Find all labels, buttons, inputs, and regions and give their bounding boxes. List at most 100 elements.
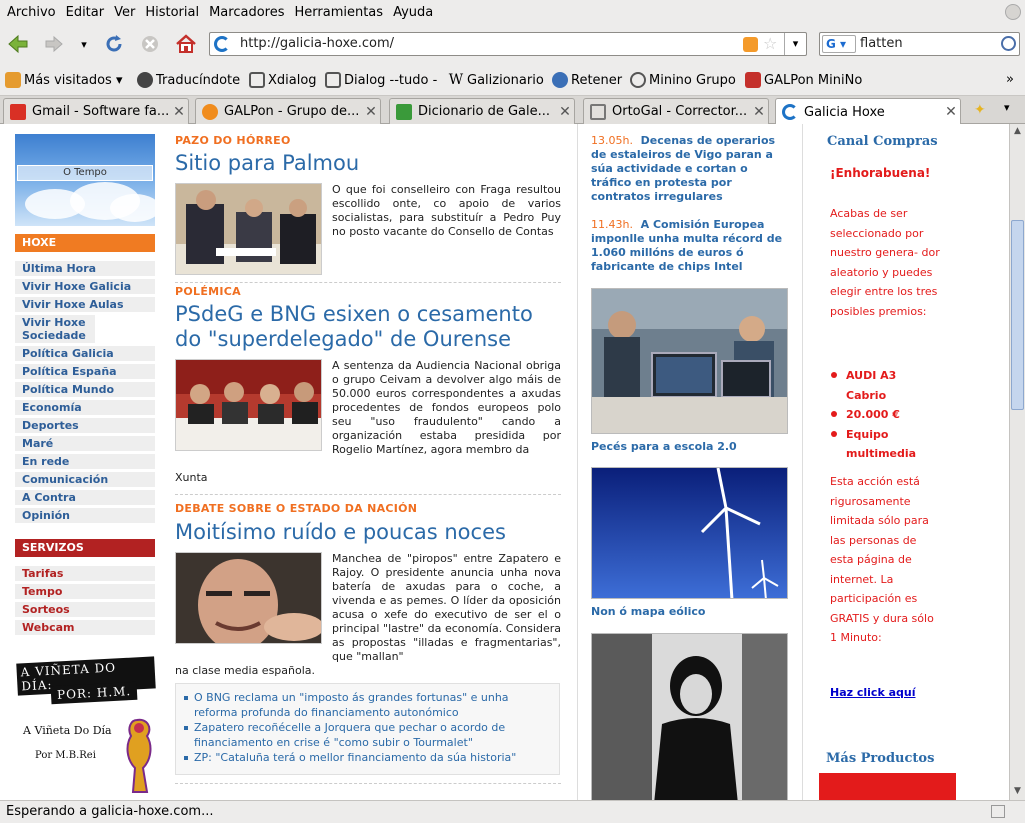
back-button[interactable] bbox=[6, 32, 30, 56]
nav-comunicacion[interactable]: Comunicación bbox=[15, 472, 155, 487]
new-tab-icon[interactable]: ✦ bbox=[974, 102, 986, 118]
nav-opinion[interactable]: Opinión bbox=[15, 508, 155, 523]
bookmark-minino-grupo[interactable]: Minino Grupo bbox=[630, 72, 736, 88]
bookmark-retener[interactable]: Retener bbox=[552, 72, 622, 88]
school-photo[interactable] bbox=[591, 288, 788, 434]
nav-vivir-hoxe-galicia[interactable]: Vivir Hoxe Galicia bbox=[15, 279, 155, 294]
nav-deportes[interactable]: Deportes bbox=[15, 418, 155, 433]
tab-list-button[interactable]: ▾ bbox=[1004, 101, 1010, 114]
tab-ortogal[interactable]: OrtoGal - Corrector... ✕ bbox=[583, 98, 769, 124]
close-tab-icon[interactable]: ✕ bbox=[362, 104, 380, 120]
reload-button[interactable] bbox=[102, 32, 126, 56]
history-dropdown-button[interactable]: ▾ bbox=[72, 32, 96, 56]
search-engine-selector[interactable]: G ▾ bbox=[822, 35, 856, 53]
search-box[interactable]: G ▾ flatten bbox=[819, 32, 1020, 56]
nav-politica-galicia[interactable]: Política Galicia bbox=[15, 346, 155, 361]
related-link[interactable]: Zapatero recoñécelle a Jorquera que pech… bbox=[184, 720, 551, 750]
url-dropdown-button[interactable]: ▾ bbox=[784, 33, 806, 55]
product-banner[interactable] bbox=[819, 773, 956, 800]
nav-a-contra[interactable]: A Contra bbox=[15, 490, 155, 505]
bookmark-mas-visitados[interactable]: Más visitados ▾ bbox=[5, 72, 123, 88]
article-photo[interactable] bbox=[175, 359, 322, 451]
article-photo[interactable] bbox=[175, 552, 322, 644]
scroll-down-icon[interactable]: ▼ bbox=[1010, 784, 1025, 798]
scroll-up-icon[interactable]: ▲ bbox=[1010, 124, 1025, 138]
news-brief[interactable]: 11.43h. A Comisión Europea imponlle unha… bbox=[591, 218, 791, 274]
nav-ultima-hora[interactable]: Última Hora bbox=[15, 261, 155, 276]
tab-galpon[interactable]: GALPon - Grupo de... ✕ bbox=[195, 98, 381, 124]
close-tab-icon[interactable]: ✕ bbox=[942, 104, 960, 120]
bookmark-traducindote[interactable]: Traducíndote bbox=[137, 72, 240, 88]
nav-vivir-hoxe-aulas[interactable]: Vivir Hoxe Aulas bbox=[15, 297, 155, 312]
menu-herramientas[interactable]: Herramientas bbox=[290, 5, 389, 20]
nav-webcam[interactable]: Webcam bbox=[15, 620, 155, 635]
vineta-figure-icon bbox=[126, 718, 152, 793]
ad-prize: Equipo multimedia bbox=[830, 425, 970, 464]
window-restore-icon[interactable] bbox=[1005, 4, 1021, 20]
menu-editar[interactable]: Editar bbox=[61, 5, 110, 20]
article-headline[interactable]: Sitio para Palmou bbox=[175, 151, 565, 176]
canal-compras-ad: Canal Compras ¡Enhorabuena! Acabas de se… bbox=[802, 124, 1009, 800]
menu-bar: Archivo Editar Ver Historial Marcadores … bbox=[0, 0, 1025, 24]
bookmarks-overflow-button[interactable]: » bbox=[1006, 72, 1014, 87]
portrait-photo[interactable] bbox=[591, 633, 788, 800]
photo-caption[interactable]: Non ó mapa eólico bbox=[591, 605, 705, 618]
back-arrow-icon bbox=[8, 34, 28, 54]
nav-tarifas[interactable]: Tarifas bbox=[15, 566, 155, 581]
dictionary-icon bbox=[396, 103, 412, 120]
related-link[interactable]: O BNG reclama un "imposto ás grandes for… bbox=[184, 690, 551, 720]
nav-mare[interactable]: Maré bbox=[15, 436, 155, 451]
photo-caption[interactable]: Pecés para a escola 2.0 bbox=[591, 440, 737, 453]
bookmark-galizionario[interactable]: W Galizionario bbox=[448, 72, 544, 88]
stop-icon bbox=[142, 36, 158, 52]
ad-outro: Esta acción está rigurosamente limitada … bbox=[830, 475, 934, 644]
rss-feed-icon[interactable] bbox=[743, 37, 758, 52]
menu-historial[interactable]: Historial bbox=[140, 5, 204, 20]
menu-archivo[interactable]: Archivo bbox=[2, 5, 61, 20]
bookmark-xdialog[interactable]: Xdialog bbox=[249, 72, 317, 88]
bookmark-galpon-minino[interactable]: GALPon MiniNo bbox=[745, 72, 862, 88]
vineta-do-dia-banner[interactable]: A VIÑETA DO DÍA: POR: H.M. A Viñeta Do D… bbox=[15, 654, 156, 794]
related-link[interactable]: ZP: "Cataluña terá o mellor financiament… bbox=[184, 750, 551, 765]
search-icon[interactable] bbox=[1001, 36, 1016, 51]
tab-gmail[interactable]: Gmail - Software fa... ✕ bbox=[3, 98, 189, 124]
bookmark-dialog-tudo[interactable]: Dialog --tudo - bbox=[325, 72, 437, 88]
tempo-widget[interactable]: O Tempo bbox=[15, 134, 160, 226]
nav-politica-espana[interactable]: Política España bbox=[15, 364, 155, 379]
article-headline[interactable]: Moitísimo ruído e poucas noces bbox=[175, 520, 565, 545]
nav-sorteos[interactable]: Sorteos bbox=[15, 602, 155, 617]
menu-ayuda[interactable]: Ayuda bbox=[388, 5, 438, 20]
tab-dicionario[interactable]: Dicionario de Gale... ✕ bbox=[389, 98, 575, 124]
parliament-photo-icon bbox=[176, 184, 321, 274]
vertical-scrollbar[interactable]: ▲ ▼ bbox=[1009, 124, 1025, 800]
ad-click-link[interactable]: Haz click aquí bbox=[830, 686, 916, 699]
nav-politica-mundo[interactable]: Política Mundo bbox=[15, 382, 155, 397]
bookmark-star-icon[interactable]: ☆ bbox=[763, 34, 777, 53]
article-summary-tail: na clase media española. bbox=[175, 664, 316, 677]
stop-button[interactable] bbox=[138, 32, 162, 56]
news-brief[interactable]: 13.05h. Decenas de operarios de estaleir… bbox=[591, 134, 791, 204]
close-tab-icon[interactable]: ✕ bbox=[750, 104, 768, 120]
close-tab-icon[interactable]: ✕ bbox=[556, 104, 574, 120]
url-bar[interactable]: http://galicia-hoxe.com/ ☆ ▾ bbox=[209, 32, 807, 56]
nav-vivir-hoxe-sociedade[interactable]: Vivir Hoxe Sociedade bbox=[15, 315, 95, 343]
tempo-label[interactable]: O Tempo bbox=[17, 165, 153, 181]
tab-galicia-hoxe[interactable]: Galicia Hoxe ✕ bbox=[775, 98, 961, 125]
status-text: Esperando a galicia-hoxe.com... bbox=[6, 804, 214, 819]
menu-ver[interactable]: Ver bbox=[109, 5, 140, 20]
forward-button[interactable] bbox=[42, 32, 66, 56]
menu-marcadores[interactable]: Marcadores bbox=[204, 5, 289, 20]
ad-title: Canal Compras bbox=[827, 134, 938, 149]
nav-tempo[interactable]: Tempo bbox=[15, 584, 155, 599]
search-input[interactable]: flatten bbox=[860, 36, 903, 51]
close-tab-icon[interactable]: ✕ bbox=[170, 104, 188, 120]
nav-en-rede[interactable]: En rede bbox=[15, 454, 155, 469]
home-button[interactable] bbox=[174, 32, 198, 56]
scrollbar-thumb[interactable] bbox=[1011, 220, 1024, 410]
ad-prize: AUDI A3 Cabrio bbox=[830, 366, 970, 405]
article-headline[interactable]: PSdeG e BNG esixen o cesamento do "super… bbox=[175, 302, 565, 352]
article-photo[interactable] bbox=[175, 183, 322, 275]
url-text[interactable]: http://galicia-hoxe.com/ bbox=[240, 36, 394, 51]
wind-photo[interactable] bbox=[591, 467, 788, 599]
nav-economia[interactable]: Economía bbox=[15, 400, 155, 415]
